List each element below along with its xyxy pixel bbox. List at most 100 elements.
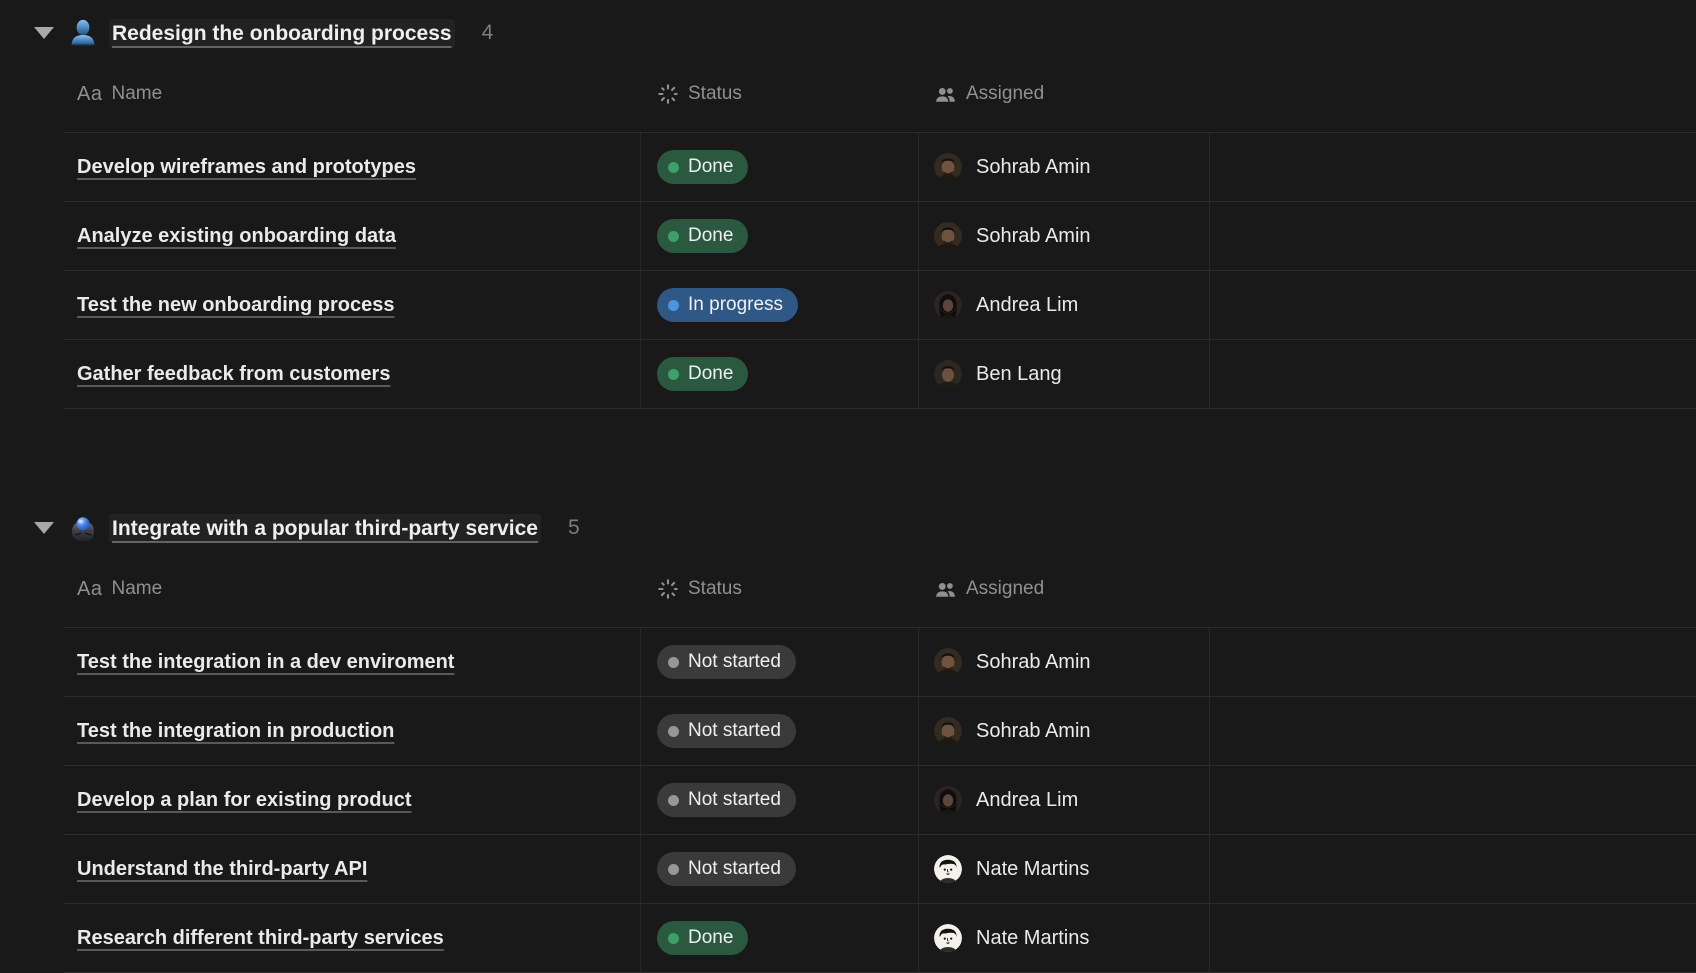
assigned-cell[interactable]: Sohrab Amin [919, 628, 1210, 696]
status-badge[interactable]: Not started [657, 783, 796, 817]
status-dot [668, 933, 679, 944]
assignee-name: Sohrab Amin [976, 720, 1091, 743]
task-name-cell[interactable]: Research different third-party services [64, 904, 641, 972]
task-page-link[interactable]: Test the integration in production [77, 720, 394, 743]
status-cell[interactable]: Not started [641, 628, 919, 696]
status-badge[interactable]: Done [657, 357, 748, 391]
task-name-cell[interactable]: Test the integration in a dev enviroment [64, 628, 641, 696]
column-header-name[interactable]: Aa Name [64, 83, 641, 106]
task-page-link[interactable]: Develop a plan for existing product [77, 789, 412, 812]
assignee-name: Nate Martins [976, 927, 1089, 950]
assigned-cell[interactable]: Ben Lang [919, 340, 1210, 408]
chevron-down-icon [34, 522, 54, 534]
task-page-link[interactable]: Develop wireframes and prototypes [77, 156, 416, 179]
task-page-link[interactable]: Understand the third-party API [77, 858, 367, 881]
assignee-name: Sohrab Amin [976, 225, 1091, 248]
group-integrate-third-party: Integrate with a popular third-party ser… [0, 505, 1696, 973]
table-row: Test the integration in production Not s… [64, 697, 1696, 766]
task-name-cell[interactable]: Understand the third-party API [64, 835, 641, 903]
status-cell[interactable]: Done [641, 202, 919, 270]
status-cell[interactable]: Not started [641, 697, 919, 765]
group-redesign-onboarding: Redesign the onboarding process 4 Aa Nam… [0, 10, 1696, 409]
task-name-cell[interactable]: Gather feedback from customers [64, 340, 641, 408]
task-name-cell[interactable]: Test the integration in production [64, 697, 641, 765]
avatar [934, 924, 962, 952]
task-page-link[interactable]: Analyze existing onboarding data [77, 225, 396, 248]
assigned-cell[interactable]: Sohrab Amin [919, 202, 1210, 270]
avatar [934, 222, 962, 250]
people-icon [934, 83, 957, 106]
table-row: Test the integration in a dev enviroment… [64, 628, 1696, 697]
text-property-icon: Aa [77, 83, 102, 106]
spinner-icon [657, 578, 679, 600]
status-dot [668, 300, 679, 311]
status-badge[interactable]: Done [657, 219, 748, 253]
status-cell[interactable]: Done [641, 133, 919, 201]
status-badge[interactable]: Done [657, 150, 748, 184]
task-name-cell[interactable]: Develop a plan for existing product [64, 766, 641, 834]
group-header: Redesign the onboarding process 4 [0, 10, 1696, 56]
table-row: Gather feedback from customers Done Ben … [64, 340, 1696, 409]
assigned-cell[interactable]: Sohrab Amin [919, 133, 1210, 201]
avatar [934, 153, 962, 181]
status-cell[interactable]: Done [641, 340, 919, 408]
table-row: Develop a plan for existing product Not … [64, 766, 1696, 835]
column-header-assigned[interactable]: Assigned [919, 83, 1210, 106]
table-row: Test the new onboarding process In progr… [64, 271, 1696, 340]
assigned-cell[interactable]: Nate Martins [919, 904, 1210, 972]
status-badge[interactable]: Not started [657, 852, 796, 886]
assignee-name: Sohrab Amin [976, 651, 1091, 674]
column-header-status[interactable]: Status [641, 578, 919, 600]
task-page-link[interactable]: Test the integration in a dev enviroment [77, 651, 454, 674]
status-badge[interactable]: Not started [657, 714, 796, 748]
group-count: 5 [568, 516, 580, 540]
tasks-table: Aa Name Status Assigned Test the integra… [64, 551, 1696, 973]
task-name-cell[interactable]: Develop wireframes and prototypes [64, 133, 641, 201]
status-cell[interactable]: In progress [641, 271, 919, 339]
trackball-emoji-icon [68, 513, 98, 543]
column-header-name[interactable]: Aa Name [64, 578, 641, 601]
assignee-name: Andrea Lim [976, 294, 1078, 317]
column-header-assigned[interactable]: Assigned [919, 578, 1210, 601]
task-page-link[interactable]: Test the new onboarding process [77, 294, 394, 317]
spinner-icon [657, 83, 679, 105]
status-cell[interactable]: Not started [641, 835, 919, 903]
avatar [934, 648, 962, 676]
task-name-cell[interactable]: Test the new onboarding process [64, 271, 641, 339]
empty-cell [1210, 340, 1696, 408]
task-page-link[interactable]: Research different third-party services [77, 927, 444, 950]
empty-cell [1210, 835, 1696, 903]
table-row: Analyze existing onboarding data Done So… [64, 202, 1696, 271]
status-dot [668, 726, 679, 737]
status-cell[interactable]: Done [641, 904, 919, 972]
empty-cell [1210, 697, 1696, 765]
group-title-link[interactable]: Redesign the onboarding process [109, 19, 455, 48]
group-title-link[interactable]: Integrate with a popular third-party ser… [109, 514, 541, 543]
assignee-name: Sohrab Amin [976, 156, 1091, 179]
status-cell[interactable]: Not started [641, 766, 919, 834]
empty-cell [1210, 133, 1696, 201]
assignee-name: Nate Martins [976, 858, 1089, 881]
status-badge[interactable]: Not started [657, 645, 796, 679]
avatar [934, 360, 962, 388]
group-collapse-toggle[interactable] [26, 18, 62, 48]
assignee-name: Andrea Lim [976, 789, 1078, 812]
assigned-cell[interactable]: Nate Martins [919, 835, 1210, 903]
table-row: Develop wireframes and prototypes Done S… [64, 133, 1696, 202]
assigned-cell[interactable]: Andrea Lim [919, 766, 1210, 834]
bust-in-silhouette-emoji-icon [68, 18, 98, 48]
table-row: Research different third-party services … [64, 904, 1696, 973]
assigned-cell[interactable]: Andrea Lim [919, 271, 1210, 339]
assigned-cell[interactable]: Sohrab Amin [919, 697, 1210, 765]
empty-cell [1210, 766, 1696, 834]
assignee-name: Ben Lang [976, 363, 1062, 386]
status-dot [668, 795, 679, 806]
task-page-link[interactable]: Gather feedback from customers [77, 363, 390, 386]
status-badge[interactable]: In progress [657, 288, 798, 322]
avatar [934, 717, 962, 745]
task-name-cell[interactable]: Analyze existing onboarding data [64, 202, 641, 270]
group-collapse-toggle[interactable] [26, 513, 62, 543]
empty-cell [1210, 271, 1696, 339]
status-dot [668, 369, 679, 380]
column-header-status[interactable]: Status [641, 83, 919, 105]
